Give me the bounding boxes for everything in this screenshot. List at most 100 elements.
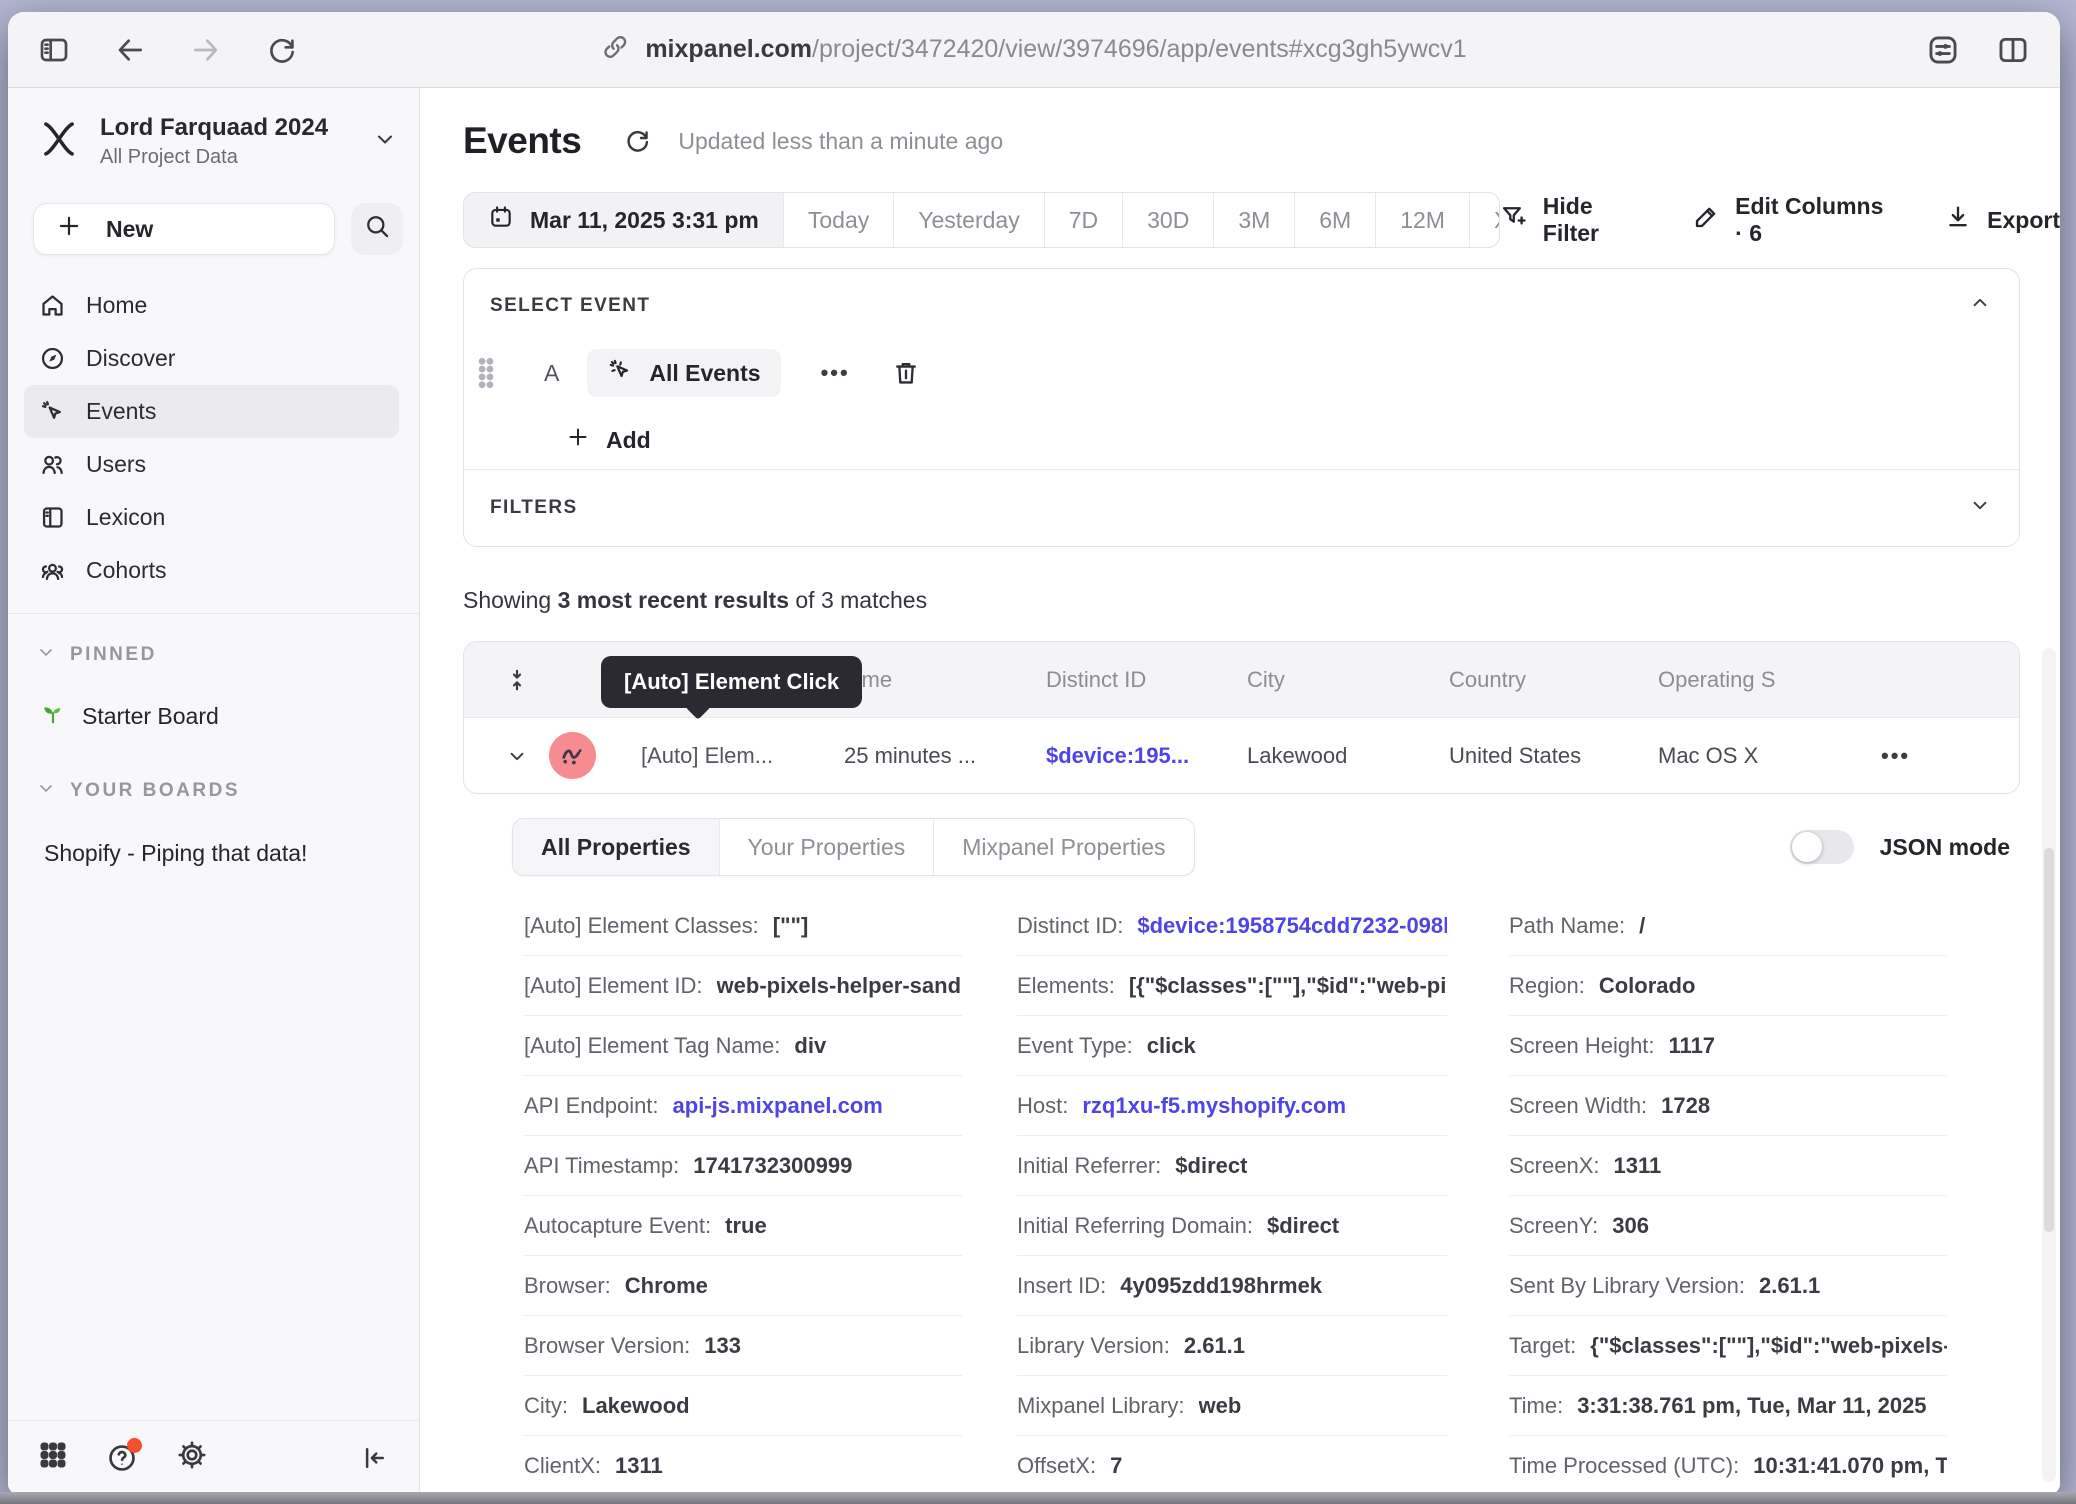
property-label: Library Version: bbox=[1017, 1333, 1170, 1359]
chevron-down-icon bbox=[36, 642, 56, 668]
property-label: Initial Referring Domain: bbox=[1017, 1213, 1253, 1239]
range-yesterday[interactable]: Yesterday bbox=[893, 193, 1043, 247]
event-chip-all-events[interactable]: All Events bbox=[587, 349, 780, 397]
reload-icon[interactable] bbox=[266, 34, 298, 66]
sidebar-item-events[interactable]: Events bbox=[24, 385, 399, 438]
property-value: 7 bbox=[1110, 1453, 1122, 1479]
cell-distinct-id-link[interactable]: $device:195... bbox=[1046, 743, 1247, 769]
sidebar-item-home[interactable]: Home bbox=[24, 279, 399, 332]
page-title: Events bbox=[463, 120, 581, 162]
tab-all-properties[interactable]: All Properties bbox=[513, 819, 719, 875]
help-button[interactable] bbox=[106, 1442, 138, 1474]
property-value-link[interactable]: $device:1958754cdd7232-098b89... bbox=[1137, 913, 1447, 939]
sidebar-item-lexicon[interactable]: Lexicon bbox=[24, 491, 399, 544]
property-label: Browser Version: bbox=[524, 1333, 690, 1359]
scrollbar-thumb[interactable] bbox=[2044, 848, 2054, 1232]
export-button[interactable]: Export bbox=[1944, 203, 2060, 237]
range-xtd[interactable]: XTD bbox=[1469, 193, 1500, 247]
range-7d[interactable]: 7D bbox=[1044, 193, 1122, 247]
property-row: Distinct ID: $device:1958754cdd7232-098b… bbox=[1017, 896, 1447, 956]
refresh-icon[interactable] bbox=[623, 127, 652, 156]
compass-icon bbox=[38, 345, 66, 372]
tab-mixpanel-properties[interactable]: Mixpanel Properties bbox=[933, 819, 1193, 875]
range-today[interactable]: Today bbox=[783, 193, 893, 247]
pencil-icon bbox=[1692, 203, 1720, 237]
more-options-button[interactable]: ••• bbox=[821, 360, 850, 386]
property-label: ScreenY: bbox=[1509, 1213, 1598, 1239]
column-header-distinct-id[interactable]: Distinct ID bbox=[1046, 667, 1247, 693]
project-switcher[interactable]: Lord Farquaad 2024 All Project Data bbox=[38, 114, 397, 169]
property-row: [Auto] Element Tag Name: div bbox=[524, 1016, 962, 1076]
column-header-city[interactable]: City bbox=[1247, 667, 1449, 693]
sidebar-item-shopify-board[interactable]: Shopify - Piping that data! bbox=[44, 840, 419, 867]
column-header-country[interactable]: Country bbox=[1449, 667, 1658, 693]
property-row: Sent By Library Version: 2.61.1 bbox=[1509, 1256, 1947, 1316]
settings-gear-icon[interactable] bbox=[176, 1439, 208, 1476]
property-value: [""] bbox=[773, 913, 809, 939]
collapse-sidebar-icon[interactable] bbox=[359, 1443, 389, 1473]
properties-column-3: Path Name: / Region: Colorado Screen Hei… bbox=[1509, 896, 1947, 1494]
download-icon bbox=[1944, 203, 1972, 237]
json-mode-toggle[interactable] bbox=[1790, 830, 1854, 864]
search-button[interactable] bbox=[351, 203, 403, 255]
sidebar-toggle-icon[interactable] bbox=[38, 34, 70, 66]
property-label: API Endpoint: bbox=[524, 1093, 659, 1119]
table-row[interactable]: [Auto] Elem... 25 minutes ... $device:19… bbox=[464, 717, 2019, 793]
url-bar[interactable]: mixpanel.com/project/3472420/view/397469… bbox=[601, 33, 1466, 66]
tab-your-properties[interactable]: Your Properties bbox=[719, 819, 934, 875]
sidebar-item-users[interactable]: Users bbox=[24, 438, 399, 491]
sidebar-item-starter-board[interactable]: Starter Board bbox=[40, 700, 419, 732]
collapse-rows-icon[interactable] bbox=[494, 667, 540, 693]
property-label: Time Processed (UTC): bbox=[1509, 1453, 1739, 1479]
apps-grid-icon[interactable] bbox=[38, 1440, 68, 1475]
property-value: 3:31:38.761 pm, Tue, Mar 11, 2025 bbox=[1577, 1393, 1926, 1419]
row-expand-chevron-icon[interactable] bbox=[494, 745, 540, 767]
property-row: Region: Colorado bbox=[1509, 956, 1947, 1016]
hide-filter-button[interactable]: Hide Filter bbox=[1500, 193, 1634, 247]
property-row: [Auto] Element Classes: [""] bbox=[524, 896, 962, 956]
trash-icon[interactable] bbox=[892, 359, 920, 387]
event-row-letter: A bbox=[544, 360, 559, 387]
pinned-section-header[interactable]: PINNED bbox=[36, 642, 419, 668]
filter-plus-icon bbox=[1500, 203, 1528, 237]
split-view-icon[interactable] bbox=[1996, 33, 2030, 67]
range-12m[interactable]: 12M bbox=[1375, 193, 1469, 247]
sidebar-item-cohorts[interactable]: Cohorts bbox=[24, 544, 399, 597]
new-button[interactable]: New bbox=[33, 203, 335, 255]
column-header-os[interactable]: Operating S bbox=[1658, 667, 1881, 693]
range-3m[interactable]: 3M bbox=[1213, 193, 1294, 247]
property-row: ScreenX: 1311 bbox=[1509, 1136, 1947, 1196]
back-icon[interactable] bbox=[114, 34, 146, 66]
sidebar-item-label: Discover bbox=[86, 345, 175, 372]
search-icon bbox=[364, 213, 391, 245]
results-summary: Showing 3 most recent results of 3 match… bbox=[463, 587, 2060, 614]
range-6m[interactable]: 6M bbox=[1294, 193, 1375, 247]
range-30d[interactable]: 30D bbox=[1122, 193, 1213, 247]
your-boards-section-header[interactable]: YOUR BOARDS bbox=[36, 778, 419, 804]
filters-section-header[interactable]: FILTERS bbox=[464, 470, 2019, 546]
properties-column-1: [Auto] Element Classes: [""] [Auto] Elem… bbox=[524, 896, 962, 1494]
event-chip-label: All Events bbox=[649, 360, 760, 387]
property-row: API Endpoint: api-js.mixpanel.com bbox=[524, 1076, 962, 1136]
add-event-button[interactable]: Add bbox=[566, 423, 2019, 457]
property-label: [Auto] Element ID: bbox=[524, 973, 703, 999]
property-row: Mixpanel Library: web bbox=[1017, 1376, 1447, 1436]
drag-handle-icon[interactable] bbox=[476, 356, 496, 390]
properties-grid: [Auto] Element Classes: [""] [Auto] Elem… bbox=[512, 896, 2060, 1494]
sidebar-item-discover[interactable]: Discover bbox=[24, 332, 399, 385]
property-row: Browser: Chrome bbox=[524, 1256, 962, 1316]
export-label: Export bbox=[1987, 207, 2060, 234]
property-value-link[interactable]: rzq1xu-f5.myshopify.com bbox=[1082, 1093, 1346, 1119]
sidebar-item-label: Home bbox=[86, 292, 147, 319]
column-header-time[interactable]: Time bbox=[844, 667, 1046, 693]
property-row: Autocapture Event: true bbox=[524, 1196, 962, 1256]
chevron-up-icon[interactable] bbox=[1969, 292, 1991, 320]
date-picker-button[interactable]: Mar 11, 2025 3:31 pm bbox=[464, 193, 783, 247]
property-label: Path Name: bbox=[1509, 913, 1625, 939]
chevron-down-icon bbox=[373, 127, 397, 156]
edit-columns-button[interactable]: Edit Columns · 6 bbox=[1692, 193, 1886, 247]
property-label: Autocapture Event: bbox=[524, 1213, 711, 1239]
property-value-link[interactable]: api-js.mixpanel.com bbox=[673, 1093, 883, 1119]
row-more-options-button[interactable]: ••• bbox=[1881, 743, 1910, 768]
page-settings-icon[interactable] bbox=[1926, 33, 1960, 67]
